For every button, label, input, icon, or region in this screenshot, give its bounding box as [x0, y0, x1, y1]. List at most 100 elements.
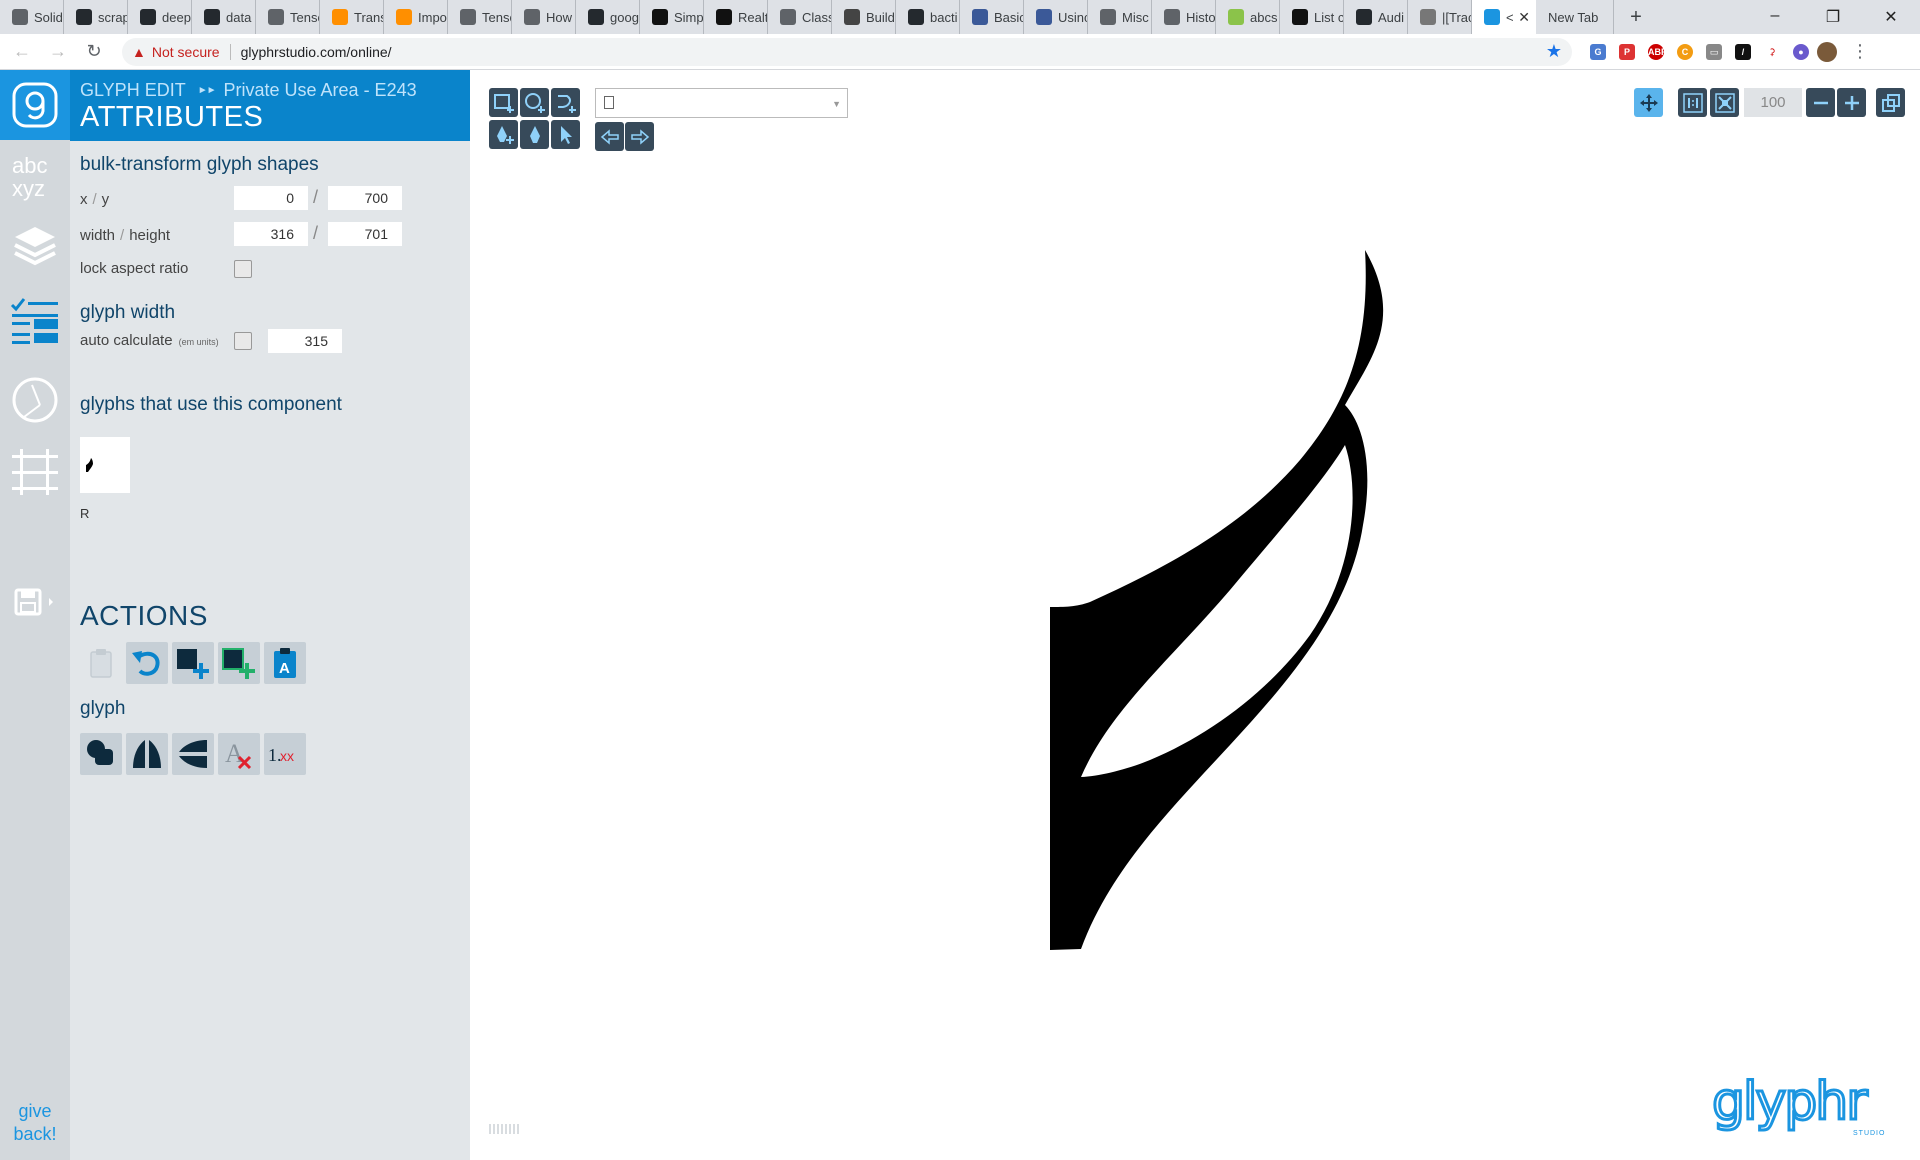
browser-tab-3[interactable]: data: [192, 0, 256, 34]
pixiv-extension-icon[interactable]: P: [1619, 43, 1635, 60]
glyphr-icon: [1484, 9, 1500, 25]
browser-tab-9[interactable]: goog: [576, 0, 640, 34]
medium-icon: [652, 9, 668, 25]
clipboard-letter-icon: A: [274, 648, 296, 678]
browser-tab-12[interactable]: Class: [768, 0, 832, 34]
browser-tab-11[interactable]: Realt: [704, 0, 768, 34]
browser-menu-icon[interactable]: ⋮: [1851, 41, 1869, 62]
round-values-button[interactable]: 1. xx: [264, 733, 306, 775]
browser-tab-0[interactable]: Solid: [0, 0, 64, 34]
glyph-thumbnail[interactable]: [80, 437, 130, 493]
browser-tab-7[interactable]: Tenso: [448, 0, 512, 34]
dark-extension-icon[interactable]: /: [1735, 43, 1751, 60]
c-icon: [972, 9, 988, 25]
tab-label: Solid: [34, 9, 63, 25]
tab-label: data: [226, 9, 252, 25]
browser-tab-1[interactable]: scrap: [64, 0, 128, 34]
tab-label: Build: [866, 9, 895, 25]
browser-tab-4[interactable]: Tenso: [256, 0, 320, 34]
glyphr-logo-button[interactable]: [0, 70, 70, 140]
browser-tab-8[interactable]: How: [512, 0, 576, 34]
profile-avatar[interactable]: [1817, 41, 1837, 62]
window-controls: – ❐ ✕: [1746, 7, 1920, 27]
tab-label: Audi: [1378, 9, 1405, 25]
browser-tab-10[interactable]: Simp: [640, 0, 704, 34]
address-bar[interactable]: ▲ Not secure glyphrstudio.com/online/ ★: [122, 37, 1572, 66]
em-units-label: (em units): [178, 337, 219, 347]
github-icon: [908, 9, 924, 25]
cart-extension-icon[interactable]: ⚳: [1764, 43, 1780, 60]
browser-tab-17[interactable]: Misc: [1088, 0, 1152, 34]
browser-tab-6[interactable]: Impo: [384, 0, 448, 34]
browser-tab-18[interactable]: Histo: [1152, 0, 1216, 34]
undo-button[interactable]: [126, 642, 168, 684]
new-tab-button[interactable]: +: [1620, 6, 1652, 29]
minimize-icon[interactable]: –: [1746, 7, 1804, 27]
globe-icon: [780, 9, 796, 25]
browser-tab-19[interactable]: abcs: [1216, 0, 1280, 34]
tab-label: List c: [1314, 9, 1344, 25]
close-window-icon[interactable]: ✕: [1862, 7, 1920, 27]
height-input[interactable]: 701: [328, 222, 402, 246]
tab-label: Basic: [994, 9, 1024, 25]
glyph-chooser-icon[interactable]: abc xyz: [8, 148, 62, 204]
glyph-shape[interactable]: [470, 70, 1920, 1160]
forward-button[interactable]: →: [44, 41, 72, 62]
attributes-nav-icon[interactable]: [8, 294, 62, 350]
browser-tab-5[interactable]: Trans: [320, 0, 384, 34]
combine-shapes-button[interactable]: [80, 733, 122, 775]
nav-rail: abc xyz give back!: [0, 70, 70, 1160]
guides-compass-icon[interactable]: [8, 372, 62, 428]
flip-vertical-button[interactable]: [172, 733, 214, 775]
flip-horizontal-button[interactable]: [126, 733, 168, 775]
kerning-grid-icon[interactable]: [8, 444, 62, 500]
lock-aspect-checkbox[interactable]: [234, 260, 252, 278]
browser-tab-21[interactable]: Audi: [1344, 0, 1408, 34]
paste-button[interactable]: [80, 642, 122, 684]
edit-canvas[interactable]: ▼ 100 glyphr STUDIO: [470, 70, 1920, 1160]
auto-calc-checkbox[interactable]: [234, 332, 252, 350]
add-component-button[interactable]: [218, 642, 260, 684]
back-button[interactable]: ←: [8, 41, 36, 62]
layers-icon[interactable]: [8, 218, 62, 274]
breadcrumb-glyph[interactable]: Private Use Area - E243: [224, 80, 417, 101]
url-text[interactable]: glyphrstudio.com/online/: [241, 44, 392, 60]
add-shape-icon: [177, 649, 209, 679]
tab-label: scrap: [98, 9, 128, 25]
adblock-extension-icon[interactable]: ABP: [1648, 43, 1667, 60]
breadcrumb-app[interactable]: GLYPH EDIT: [80, 80, 186, 101]
page-title: ATTRIBUTES: [80, 101, 264, 133]
height-label: height: [129, 227, 171, 244]
width-input[interactable]: 316: [234, 222, 308, 246]
clear-glyph-button[interactable]: A: [218, 733, 260, 775]
bookmark-star-icon[interactable]: ★: [1546, 41, 1562, 62]
add-shape-button[interactable]: [172, 642, 214, 684]
browser-tab-new[interactable]: New Tab: [1536, 0, 1614, 34]
close-tab-icon[interactable]: ✕: [1518, 9, 1530, 26]
browser-tab-active[interactable]: < ✕: [1472, 0, 1536, 34]
browser-tab-16[interactable]: Usinc: [1024, 0, 1088, 34]
tab-label: Misc: [1122, 9, 1149, 25]
glyph-width-input[interactable]: 315: [268, 329, 342, 353]
browser-tab-20[interactable]: List c: [1280, 0, 1344, 34]
restore-icon[interactable]: ❐: [1804, 7, 1862, 27]
cast-extension-icon[interactable]: ▭: [1706, 43, 1722, 60]
tab-label: abcs: [1250, 9, 1278, 25]
save-icon[interactable]: [6, 574, 60, 630]
browser-tab-2[interactable]: deep: [128, 0, 192, 34]
vpn-extension-icon[interactable]: ●: [1793, 43, 1809, 60]
glyphr-studio-logo: glyphr STUDIO: [1711, 1073, 1885, 1137]
translate-extension-icon[interactable]: G: [1590, 43, 1606, 60]
wikipedia-icon: [1292, 9, 1308, 25]
browser-tab-22[interactable]: |[Trac: [1408, 0, 1472, 34]
browser-tab-15[interactable]: Basic: [960, 0, 1024, 34]
get-shapes-button[interactable]: A: [264, 642, 306, 684]
tab-label: New Tab: [1548, 9, 1599, 25]
browser-tab-14[interactable]: bacti: [896, 0, 960, 34]
x-input[interactable]: 0: [234, 186, 308, 210]
y-input[interactable]: 700: [328, 186, 402, 210]
honey-extension-icon[interactable]: C: [1677, 43, 1693, 60]
browser-tab-13[interactable]: Build: [832, 0, 896, 34]
give-back-link[interactable]: give back!: [0, 1100, 70, 1146]
reload-button[interactable]: ↻: [80, 41, 108, 62]
